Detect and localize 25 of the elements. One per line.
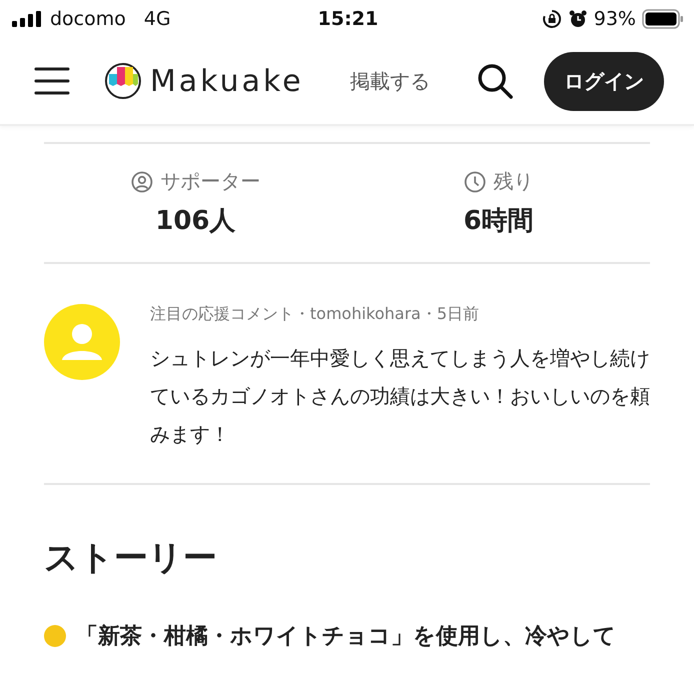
- logo-icon: [104, 62, 142, 100]
- stat-value: 6時間: [463, 205, 534, 238]
- alarm-icon: [568, 9, 588, 29]
- login-button[interactable]: ログイン: [544, 52, 664, 110]
- menu-icon[interactable]: [34, 66, 70, 96]
- post-project-link[interactable]: 掲載する: [350, 68, 430, 94]
- battery-icon: [642, 9, 684, 29]
- person-icon: [130, 170, 152, 192]
- avatar-icon: [44, 304, 120, 380]
- signal-icon: [12, 11, 44, 27]
- rotation-lock-icon: [542, 9, 562, 29]
- bullet-text: 「新茶・柑橘・ホワイトチョコ」を使用し、冷やして: [76, 623, 616, 651]
- search-icon[interactable]: [476, 62, 514, 100]
- battery-percent: 93%: [594, 8, 636, 30]
- stat-label: 残り: [494, 168, 534, 195]
- stat-value: 106人: [155, 205, 236, 238]
- comment-meta: 注目の応援コメント・tomohikohara・5日前: [150, 304, 480, 323]
- comment-text: シュトレンが一年中愛しく思えてしまう人を増やし続けているカゴノオトさんの功績は大きい！おいしいのを頼みます！: [150, 345, 650, 448]
- status-time: 15:21: [318, 8, 378, 30]
- network-type: 4G: [144, 8, 171, 30]
- stat-label: サポーター: [160, 168, 260, 195]
- logo-wordmark[interactable]: Makuake: [150, 64, 304, 98]
- carrier-name: docomo: [50, 8, 126, 30]
- clock-icon: [464, 170, 486, 192]
- section-heading: ストーリー: [44, 537, 218, 580]
